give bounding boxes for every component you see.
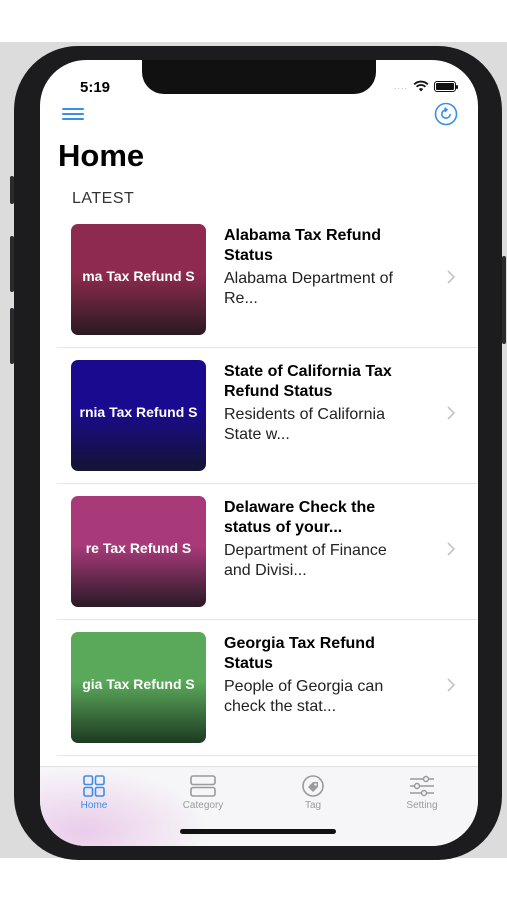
refresh-icon[interactable] <box>434 102 458 126</box>
thumbnail-text: rnia Tax Refund S <box>79 404 198 420</box>
chevron-right-icon <box>447 542 456 556</box>
thumbnail: gia Tax Refund S <box>71 632 206 743</box>
signal-dots: .... <box>393 81 408 91</box>
volume-down-button <box>10 308 14 364</box>
status-indicators: .... <box>393 80 458 92</box>
item-subtitle: People of Georgia can check the stat... <box>224 678 384 715</box>
item-subtitle: Department of Finance and Divisi... <box>224 542 387 579</box>
chevron-right-icon <box>447 270 456 284</box>
article-list: ma Tax Refund S Alabama Tax Refund Statu… <box>57 212 478 756</box>
tab-tag[interactable]: Tag <box>268 775 358 811</box>
thumbnail: re Tax Refund S <box>71 496 206 607</box>
item-subtitle: Residents of California State w... <box>224 406 385 443</box>
list-item-california[interactable]: rnia Tax Refund S State of California Ta… <box>57 348 478 484</box>
app-screen: 5:19 .... Home LATEST ma Tax Refund S Al… <box>40 60 478 846</box>
sliders-icon <box>410 775 434 797</box>
chevron-right-icon <box>447 678 456 692</box>
volume-up-button <box>10 236 14 292</box>
chevron-right-icon <box>447 406 456 420</box>
tab-label: Tag <box>304 800 322 811</box>
list-item-delaware[interactable]: re Tax Refund S Delaware Check the statu… <box>57 484 478 620</box>
list-item-georgia[interactable]: gia Tax Refund S Georgia Tax Refund Stat… <box>57 620 478 756</box>
mute-switch <box>10 176 14 204</box>
home-indicator <box>180 829 336 834</box>
tab-label: Category <box>182 800 224 811</box>
tab-label: Setting <box>406 800 438 811</box>
section-label: LATEST <box>72 190 135 207</box>
thumbnail-text: gia Tax Refund S <box>82 676 195 692</box>
thumbnail-text: re Tax Refund S <box>85 540 192 556</box>
tab-bar: Home Category Tag Setting <box>40 766 478 846</box>
notch <box>142 60 376 94</box>
item-title: Alabama Tax Refund Status <box>224 227 382 264</box>
page-title: Home <box>58 138 145 173</box>
tab-label: Home <box>80 800 108 811</box>
item-title: Delaware Check the status of your... <box>224 499 376 536</box>
thumbnail: rnia Tax Refund S <box>71 360 206 471</box>
tag-icon <box>302 775 324 797</box>
tab-category[interactable]: Category <box>158 775 248 811</box>
list-item-alabama[interactable]: ma Tax Refund S Alabama Tax Refund Statu… <box>57 212 478 348</box>
battery-icon <box>434 80 458 92</box>
thumbnail: ma Tax Refund S <box>71 224 206 335</box>
item-title: Georgia Tax Refund Status <box>224 635 375 672</box>
item-subtitle: Alabama Department of Re... <box>224 270 393 307</box>
status-time: 5:19 <box>80 79 111 96</box>
grid-icon <box>83 775 105 797</box>
menu-icon[interactable] <box>62 108 84 122</box>
thumbnail-text: ma Tax Refund S <box>82 268 195 284</box>
category-icon <box>190 775 216 797</box>
tab-setting[interactable]: Setting <box>377 775 467 811</box>
tab-home[interactable]: Home <box>49 775 139 811</box>
stage: 5:19 .... Home LATEST ma Tax Refund S Al… <box>0 0 507 900</box>
item-title: State of California Tax Refund Status <box>224 363 392 400</box>
wifi-icon <box>413 80 429 92</box>
power-button <box>502 256 506 344</box>
